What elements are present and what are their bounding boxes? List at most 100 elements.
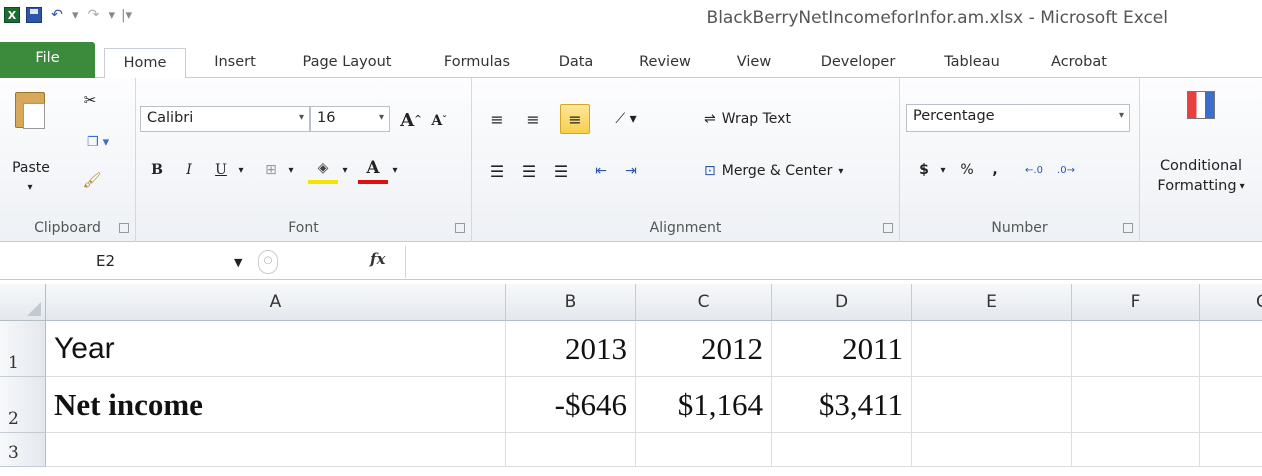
column-header-f[interactable]: F <box>1072 284 1200 321</box>
cell-e3[interactable] <box>912 433 1072 467</box>
redo-dropdown-icon[interactable]: ▾ <box>109 8 116 23</box>
align-bottom-icon[interactable]: ≡ <box>560 104 590 134</box>
tab-insert[interactable]: Insert <box>200 48 270 78</box>
font-name-dropdown-icon[interactable]: ▾ <box>299 112 304 123</box>
row-header-3[interactable]: 3 <box>0 433 46 467</box>
cell-c2[interactable]: $1,164 <box>636 377 772 433</box>
merge-center-dropdown-icon[interactable]: ▾ <box>838 166 843 177</box>
redo-icon[interactable]: ↷ <box>85 6 103 24</box>
cell-f1[interactable] <box>1072 321 1200 377</box>
decrease-indent-icon[interactable]: ⇤ <box>588 158 614 184</box>
conditional-formatting-icon[interactable] <box>1184 88 1218 122</box>
cell-e1[interactable] <box>912 321 1072 377</box>
paste-dropdown-icon[interactable]: ▾ <box>20 180 40 194</box>
save-icon[interactable] <box>26 7 42 23</box>
paste-label[interactable]: Paste <box>6 158 56 178</box>
font-launcher-icon[interactable] <box>455 223 465 233</box>
currency-dropdown-icon[interactable]: ▾ <box>936 158 950 182</box>
tab-page-layout[interactable]: Page Layout <box>286 48 408 78</box>
cell-d2[interactable]: $3,411 <box>772 377 912 433</box>
align-center-icon[interactable]: ☰ <box>516 158 542 184</box>
name-box[interactable]: E2 ▼ <box>0 248 250 276</box>
cell-c3[interactable] <box>636 433 772 467</box>
font-color-button[interactable]: A <box>358 156 388 184</box>
number-launcher-icon[interactable] <box>1123 223 1133 233</box>
tab-data[interactable]: Data <box>548 48 604 78</box>
fill-color-dropdown-icon[interactable]: ▾ <box>338 158 352 182</box>
undo-dropdown-icon[interactable]: ▾ <box>72 8 79 23</box>
customize-qat-icon[interactable]: |▾ <box>121 8 132 23</box>
column-header-b[interactable]: B <box>506 284 636 321</box>
format-painter-icon[interactable]: 🖌 <box>80 168 104 192</box>
cell-f2[interactable] <box>1072 377 1200 433</box>
fill-color-icon[interactable]: ◈ <box>308 156 338 184</box>
row-header-1[interactable]: 1 <box>0 321 46 377</box>
cell-a2[interactable]: Net income <box>46 377 506 433</box>
cell-b3[interactable] <box>506 433 636 467</box>
row-header-2[interactable]: 2 <box>0 377 46 433</box>
paste-button[interactable] <box>10 88 50 132</box>
alignment-launcher-icon[interactable] <box>883 223 893 233</box>
cell-d1[interactable]: 2011 <box>772 321 912 377</box>
cell-g2[interactable] <box>1200 377 1262 433</box>
column-header-c[interactable]: C <box>636 284 772 321</box>
column-header-g[interactable]: G <box>1200 284 1262 321</box>
align-top-icon[interactable]: ≡ <box>484 106 510 132</box>
conditional-formatting-button[interactable]: Formatting ▾ <box>1140 176 1262 196</box>
align-middle-icon[interactable]: ≡ <box>520 106 546 132</box>
cell-g1[interactable] <box>1200 321 1262 377</box>
orientation-icon[interactable]: ⟋ ▾ <box>608 106 644 132</box>
tab-developer[interactable]: Developer <box>806 48 910 78</box>
comma-button[interactable]: , <box>986 158 1004 182</box>
tab-view[interactable]: View <box>726 48 782 78</box>
column-header-d[interactable]: D <box>772 284 912 321</box>
cell-e2[interactable] <box>912 377 1072 433</box>
increase-decimal-icon[interactable]: ←.0 <box>1020 158 1048 182</box>
select-all-corner[interactable] <box>0 284 46 321</box>
percent-button[interactable]: % <box>956 158 978 182</box>
merge-center-button[interactable]: ⊡ Merge & Center ▾ <box>704 158 874 184</box>
shrink-font-button[interactable]: Aˇ <box>426 110 452 132</box>
font-color-dropdown-icon[interactable]: ▾ <box>388 158 402 182</box>
grow-font-button[interactable]: A ^ <box>398 108 424 132</box>
increase-indent-icon[interactable]: ⇥ <box>618 158 644 184</box>
clipboard-launcher-icon[interactable] <box>119 223 129 233</box>
borders-icon[interactable]: ⊞ <box>258 158 284 182</box>
undo-icon[interactable]: ↶ <box>48 6 66 24</box>
column-header-a[interactable]: A <box>46 284 506 321</box>
name-box-dropdown-icon[interactable]: ▼ <box>234 256 242 269</box>
tab-file[interactable]: File <box>0 42 95 78</box>
font-size-dropdown-icon[interactable]: ▾ <box>379 112 384 123</box>
align-right-icon[interactable]: ☰ <box>548 158 574 184</box>
font-size-combo[interactable]: 16 ▾ <box>310 106 390 132</box>
font-name-combo[interactable]: Calibri ▾ <box>140 106 310 132</box>
number-format-combo[interactable]: Percentage ▾ <box>906 104 1130 132</box>
cell-b1[interactable]: 2013 <box>506 321 636 377</box>
cell-b2[interactable]: -$646 <box>506 377 636 433</box>
italic-button[interactable]: I <box>176 158 202 182</box>
cell-c1[interactable]: 2012 <box>636 321 772 377</box>
cut-icon[interactable]: ✂ <box>80 88 100 112</box>
align-left-icon[interactable]: ☰ <box>484 158 510 184</box>
tab-acrobat[interactable]: Acrobat <box>1038 48 1120 78</box>
number-format-dropdown-icon[interactable]: ▾ <box>1119 110 1124 121</box>
currency-button[interactable]: $ <box>914 158 934 182</box>
cell-a3[interactable] <box>46 433 506 467</box>
excel-logo-icon[interactable]: X <box>4 7 20 23</box>
cell-a1[interactable]: Year <box>46 321 506 377</box>
cell-f3[interactable] <box>1072 433 1200 467</box>
borders-dropdown-icon[interactable]: ▾ <box>284 158 298 182</box>
decrease-decimal-icon[interactable]: .0→ <box>1052 158 1080 182</box>
conditional-formatting-label-1[interactable]: Conditional <box>1140 156 1262 176</box>
underline-dropdown-icon[interactable]: ▾ <box>234 158 248 182</box>
insert-function-icon[interactable]: fx <box>370 250 385 268</box>
tab-home[interactable]: Home <box>104 48 186 79</box>
underline-button[interactable]: U <box>208 158 234 182</box>
tab-review[interactable]: Review <box>628 48 702 78</box>
column-header-e[interactable]: E <box>912 284 1072 321</box>
cell-g3[interactable] <box>1200 433 1262 467</box>
tab-tableau[interactable]: Tableau <box>932 48 1012 78</box>
bold-button[interactable]: B <box>144 158 170 182</box>
tab-formulas[interactable]: Formulas <box>432 48 522 78</box>
wrap-text-button[interactable]: ⇌ Wrap Text <box>704 106 834 132</box>
